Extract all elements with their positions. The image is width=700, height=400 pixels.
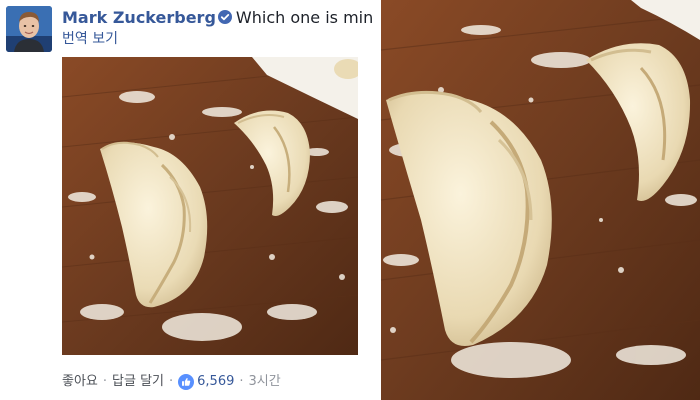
timestamp[interactable]: 3시간 [249,370,281,394]
post-photo[interactable] [62,57,358,355]
post-actions: 좋아요 · 답글 달기 · 6,569 · 3시간 [62,370,372,394]
see-translation-link[interactable]: 번역 보기 [62,30,118,48]
separator: · [239,374,244,389]
post-header: Mark Zuckerberg Which one is mine? 번역 보기 [6,6,372,56]
facebook-post: Mark Zuckerberg Which one is mine? 번역 보기 [0,0,372,400]
like-count[interactable]: 6,569 [197,370,234,394]
screenshot-collage: Mark Zuckerberg Which one is mine? 번역 보기 [0,0,700,400]
zoomed-photo [381,0,700,400]
separator: · [102,374,108,389]
separator: · [169,374,174,389]
thumbs-up-icon [178,374,195,390]
avatar[interactable] [6,6,52,52]
post-message: Which one is mine? [235,8,372,27]
verified-badge-icon [217,10,232,24]
author-line: Mark Zuckerberg Which one is mine? [62,8,372,28]
reply-link[interactable]: 답글 달기 [112,370,164,394]
divider [372,0,381,400]
author-name[interactable]: Mark Zuckerberg [62,8,216,27]
like-link[interactable]: 좋아요 [62,370,98,394]
